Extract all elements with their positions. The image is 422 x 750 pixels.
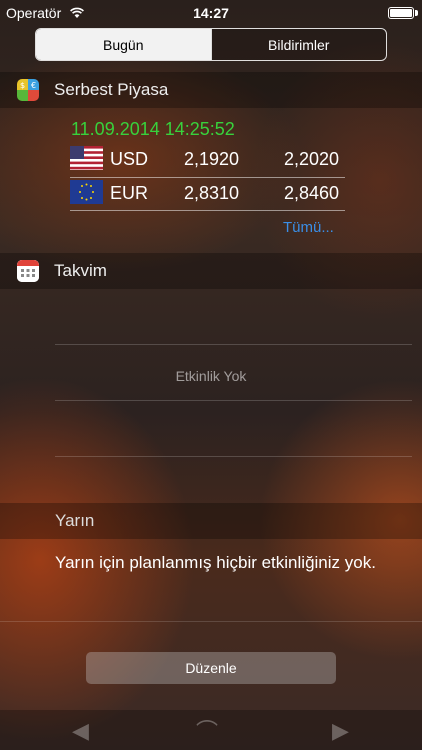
currency-widget-header[interactable]: $ € Serbest Piyasa: [0, 72, 422, 108]
tab-notifications[interactable]: Bildirimler: [210, 29, 386, 60]
svg-text:€: €: [31, 81, 36, 90]
currency-buy-value: 2,8310: [184, 183, 240, 203]
calendar-widget-header[interactable]: Takvim: [0, 253, 422, 289]
edit-button[interactable]: Düzenle: [86, 652, 336, 684]
bottom-nav-bar: ◀ ⌒ ▶: [0, 710, 422, 750]
currency-buy-value: 2,1920: [184, 149, 240, 169]
calendar-hour-line: [55, 400, 412, 401]
currency-row-eur: EUR 2,8310 2,8460: [70, 177, 345, 211]
grabber-icon[interactable]: ⌒: [196, 714, 218, 746]
view-segmented-control: Bugün Bildirimler: [35, 28, 387, 61]
currency-row-divider: [70, 210, 345, 211]
battery-tip: [415, 10, 418, 16]
currency-more-link[interactable]: Tümü...: [283, 219, 334, 236]
tomorrow-header: Yarın: [0, 503, 422, 539]
currency-timestamp: 11.09.2014 14:25:52: [71, 119, 235, 139]
currency-widget-title: Serbest Piyasa: [54, 80, 169, 99]
tomorrow-message: Yarın için planlanmış hiçbir etkinliğini…: [55, 553, 376, 572]
currency-row-usd: USD 2,1920 2,2020: [70, 143, 345, 177]
tab-today[interactable]: Bugün: [36, 29, 211, 60]
us-flag-icon: [70, 146, 103, 170]
eu-flag-icon: [70, 180, 103, 204]
calendar-app-icon: [17, 260, 39, 282]
battery-icon: [388, 7, 414, 19]
currency-code: USD: [110, 149, 149, 169]
currency-code: EUR: [110, 183, 149, 203]
calendar-hour-line: [55, 344, 412, 345]
tomorrow-title: Yarın: [55, 511, 95, 530]
currency-sell-value: 2,8460: [284, 183, 340, 203]
svg-text:$: $: [20, 81, 25, 90]
status-bar: Operatör 14:27: [0, 0, 422, 26]
no-events-label: Etkinlik Yok: [175, 368, 247, 384]
section-divider: [0, 621, 422, 622]
status-time: 14:27: [193, 5, 229, 21]
calendar-widget-title: Takvim: [54, 261, 107, 280]
currency-sell-value: 2,2020: [284, 149, 340, 169]
back-arrow-icon[interactable]: ◀: [72, 718, 89, 744]
forward-arrow-icon[interactable]: ▶: [332, 718, 349, 744]
calendar-hour-line: [55, 456, 412, 457]
currency-app-icon: $ €: [17, 79, 39, 101]
